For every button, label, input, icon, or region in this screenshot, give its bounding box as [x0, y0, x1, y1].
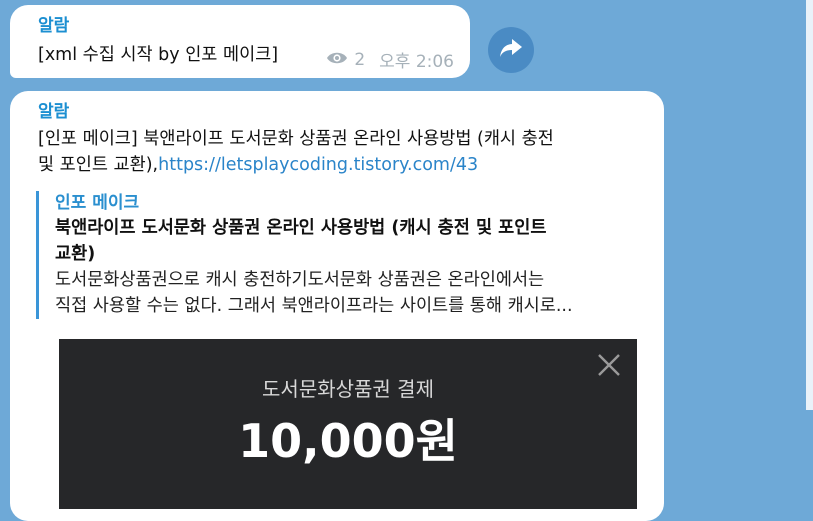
message-text-line: [인포 메이크] 북앤라이프 도서문화 상품권 온라인 사용방법 (캐시 충전 [38, 129, 554, 149]
preview-title: 북앤라이프 도서문화 상품권 온라인 사용방법 (캐시 충전 및 포인트 교환) [55, 215, 636, 267]
message-sender[interactable]: 알람 [38, 101, 69, 123]
chat-scrollbar[interactable] [806, 0, 813, 410]
link-preview[interactable]: 인포 메이크 북앤라이프 도서문화 상품권 온라인 사용방법 (캐시 충전 및 … [36, 191, 636, 319]
preview-site-name: 인포 메이크 [55, 193, 140, 213]
message-time: 오후 2:06 [379, 52, 454, 72]
message-bubble-1: 알람 [xml 수집 시작 by 인포 메이크] 2 오후 2:06 [10, 5, 470, 78]
preview-image[interactable]: 도서문화상품권 결제 10,000원 [59, 339, 637, 509]
message-sender[interactable]: 알람 [38, 15, 69, 37]
message-text-segment: 및 포인트 교환), [38, 155, 159, 175]
view-count: 2 [354, 49, 366, 70]
forward-button[interactable] [488, 27, 534, 73]
message-text: [인포 메이크] 북앤라이프 도서문화 상품권 온라인 사용방법 (캐시 충전 … [38, 126, 653, 178]
eye-icon [326, 50, 348, 70]
share-arrow-icon [499, 38, 523, 62]
preview-description: 도서문화상품권으로 캐시 충전하기도서문화 상품권은 온라인에서는 직접 사용할… [55, 267, 636, 319]
preview-title-line: 북앤라이프 도서문화 상품권 온라인 사용방법 (캐시 충전 및 포인트 [55, 218, 547, 238]
preview-title-line: 교환) [55, 244, 96, 264]
preview-description-line: 직접 사용할 수는 없다. 그래서 북앤라이프라는 사이트를 통해 캐시로... [55, 296, 573, 316]
preview-description-line: 도서문화상품권으로 캐시 충전하기도서문화 상품권은 온라인에서는 [55, 270, 545, 290]
preview-image-amount: 10,000원 [238, 414, 458, 468]
message-link[interactable]: https://letsplaycoding.tistory.com/43 [158, 155, 478, 175]
message-text: [xml 수집 시작 by 인포 메이크] [38, 45, 279, 65]
preview-image-caption: 도서문화상품권 결제 [262, 377, 434, 401]
message-meta: 2 오후 2:06 [326, 47, 454, 72]
message-text-line: 및 포인트 교환),https://letsplaycoding.tistory… [38, 152, 653, 178]
